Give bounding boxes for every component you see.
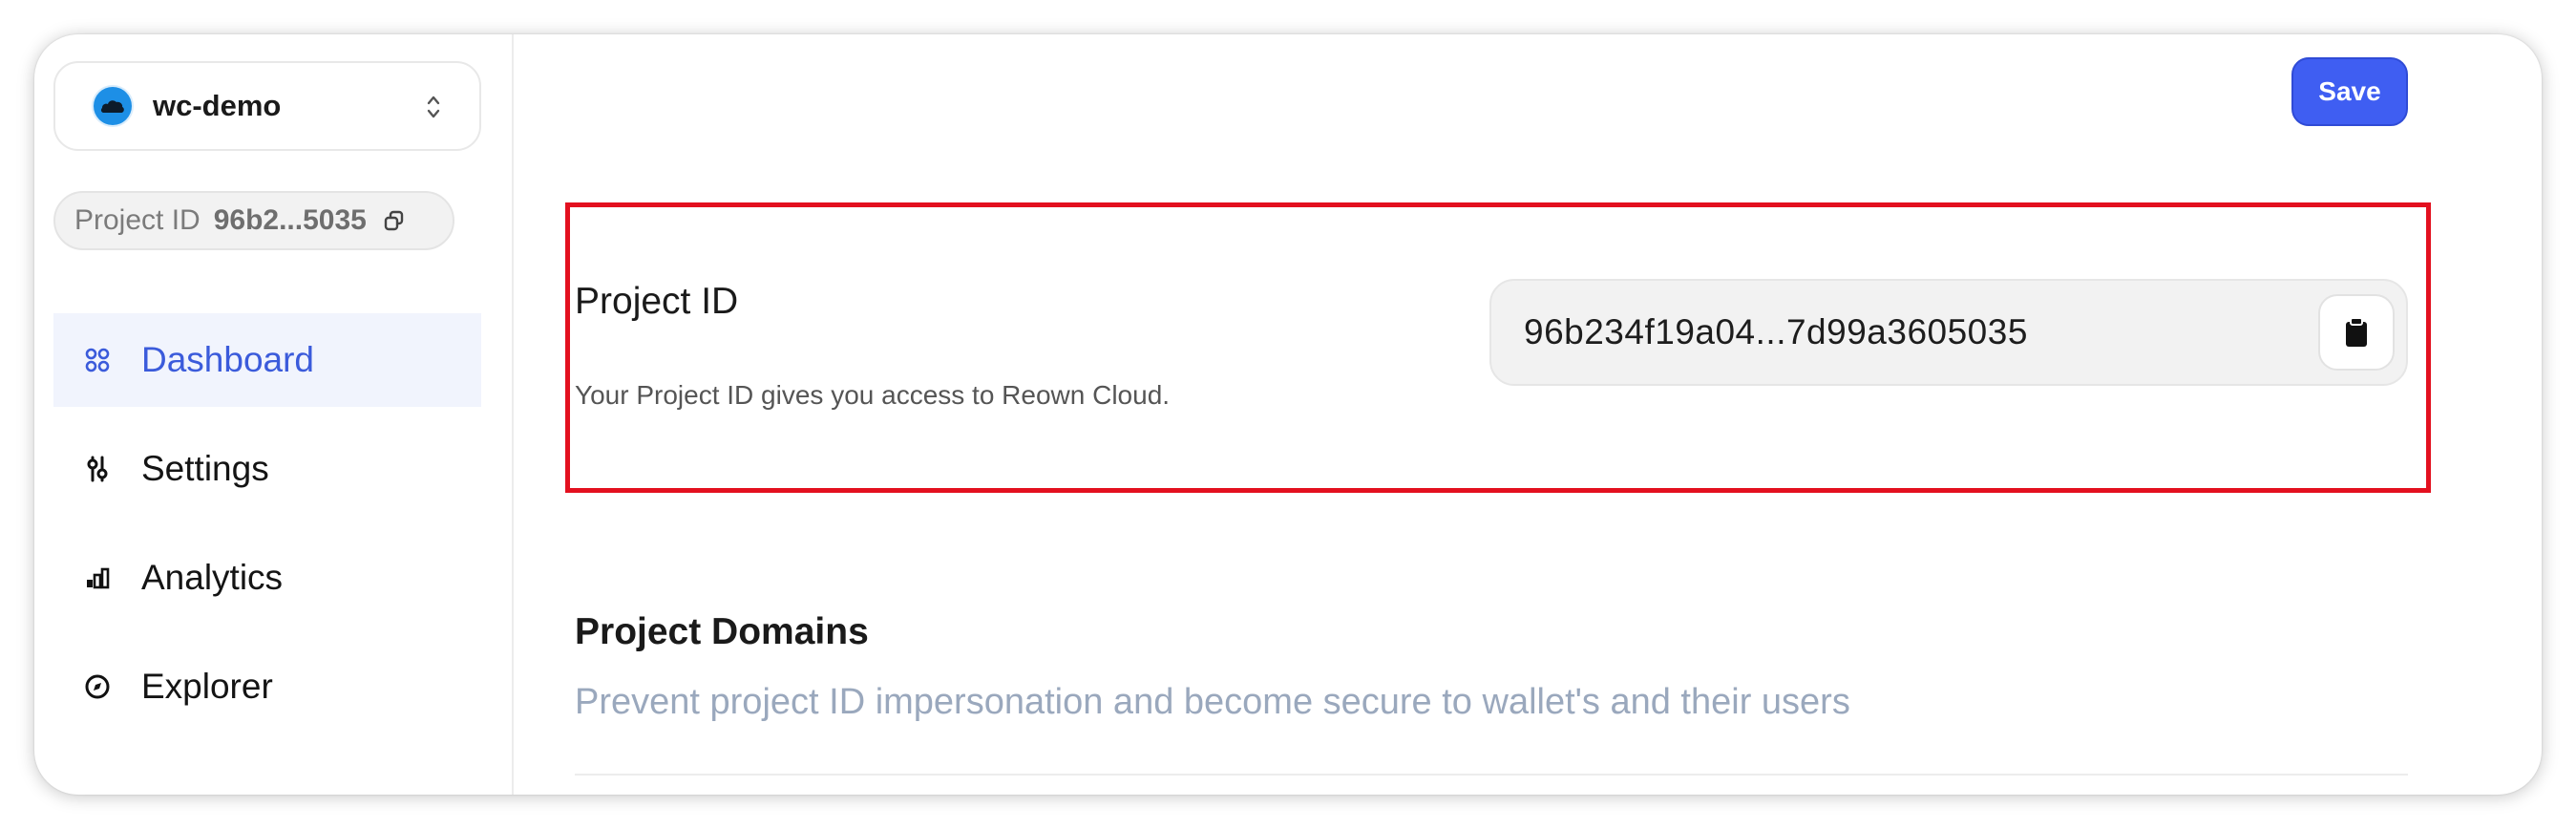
copy-project-id-button[interactable]	[2318, 294, 2395, 371]
project-name: wc-demo	[153, 89, 282, 122]
save-button[interactable]: Save	[2291, 57, 2408, 126]
sidebar-item-label: Explorer	[141, 667, 273, 706]
project-id-chip-value: 96b2...5035	[213, 204, 367, 236]
sidebar-item-label: Settings	[141, 449, 269, 488]
sidebar-item-label: Analytics	[141, 558, 284, 597]
project-id-description: Your Project ID gives you access to Reow…	[575, 380, 1171, 410]
project-switcher[interactable]: wc-demo	[53, 61, 481, 151]
grid-icon	[82, 345, 113, 375]
copy-icon[interactable]	[384, 210, 405, 231]
project-id-title: Project ID	[575, 281, 739, 322]
sliders-icon	[82, 454, 113, 484]
sidebar: wc-demo Project ID 96b2...5035 Dashboard…	[34, 34, 514, 795]
cloud-icon	[94, 87, 132, 125]
sidebar-item-label: Dashboard	[141, 340, 315, 379]
sidebar-item-dashboard[interactable]: Dashboard	[53, 313, 481, 407]
bar-chart-icon	[82, 563, 113, 593]
sidebar-item-analytics[interactable]: Analytics	[53, 531, 481, 625]
project-domains-subtitle: Prevent project ID impersonation and bec…	[575, 682, 1850, 722]
project-id-value: 96b234f19a04...7d99a3605035	[1524, 312, 2028, 351]
project-id-chip[interactable]: Project ID 96b2...5035	[53, 191, 454, 250]
sidebar-item-settings[interactable]: Settings	[53, 422, 481, 516]
project-id-chip-label: Project ID	[74, 204, 201, 236]
project-domains-title: Project Domains	[575, 611, 869, 652]
app-window: wc-demo Project ID 96b2...5035 Dashboard…	[34, 34, 2542, 795]
chevron-up-down-icon	[427, 96, 440, 118]
clipboard-icon	[2346, 317, 2367, 347]
sidebar-item-explorer[interactable]: Explorer	[53, 640, 481, 733]
divider	[575, 774, 2408, 776]
project-id-field[interactable]: 96b234f19a04...7d99a3605035	[1489, 279, 2408, 386]
compass-icon	[82, 671, 113, 702]
